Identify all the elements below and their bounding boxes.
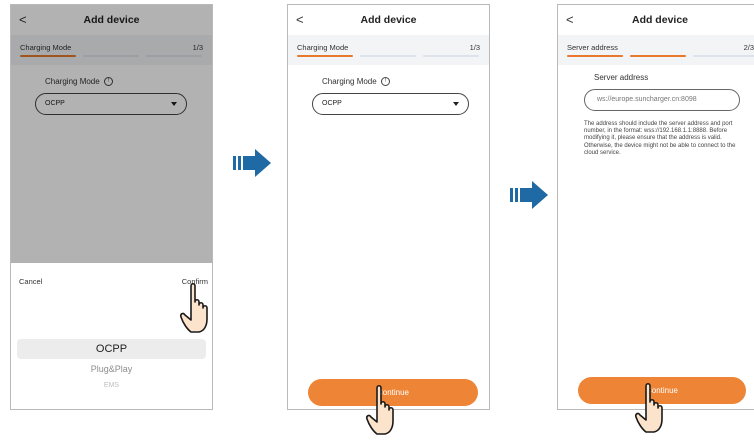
step-count: 1/3 xyxy=(469,43,480,52)
pointer-hand-icon xyxy=(635,382,663,433)
picker-option-ocpp[interactable]: OCPP xyxy=(11,343,212,355)
page-title: Add device xyxy=(631,14,689,26)
step-progress: Server address 2/3 xyxy=(558,35,754,65)
step-label: Server address xyxy=(567,43,618,52)
step-count: 2/3 xyxy=(743,43,754,52)
progress-segment-active xyxy=(297,55,353,57)
picker-option-plugplay[interactable]: Plug&Play xyxy=(11,364,212,374)
progress-segment xyxy=(693,55,754,57)
modal-overlay[interactable] xyxy=(11,5,212,263)
select-value: OCPP xyxy=(322,100,342,107)
picker-option-ems[interactable]: EMS xyxy=(11,382,212,389)
phone-screen-2: < Add device Charging Mode 1/3 Charging … xyxy=(287,4,490,410)
server-address-input[interactable]: ws://europe.suncharger.cn:8098 xyxy=(584,89,740,111)
progress-segment-active xyxy=(630,55,686,57)
header: < Add device xyxy=(288,5,489,35)
phone-screen-3: < Add device Server address 2/3 Server a… xyxy=(557,4,754,410)
progress-segment xyxy=(423,55,479,57)
step-progress: Charging Mode 1/3 xyxy=(288,35,489,65)
cancel-button[interactable]: Cancel xyxy=(19,277,42,286)
field-label: Server address xyxy=(594,73,649,82)
progress-segment-active xyxy=(567,55,623,57)
step-label: Charging Mode xyxy=(297,43,349,52)
progress-segment xyxy=(360,55,416,57)
server-address-hint: The address should include the server ad… xyxy=(584,121,736,156)
info-icon[interactable]: ! xyxy=(380,77,390,87)
next-arrow-icon xyxy=(233,149,271,177)
caret-down-icon xyxy=(453,102,459,106)
next-arrow-icon xyxy=(510,181,548,209)
pointer-hand-icon xyxy=(180,282,208,333)
page-title: Add device xyxy=(360,14,417,26)
charging-mode-select[interactable]: OCPP xyxy=(312,93,469,115)
header: < Add device xyxy=(558,5,754,35)
phone-screen-1: < Add device Charging Mode 1/3 Charging … xyxy=(10,4,213,410)
input-placeholder: ws://europe.suncharger.cn:8098 xyxy=(597,96,697,103)
pointer-hand-icon xyxy=(366,384,394,435)
field-label: Charging Mode! xyxy=(322,77,390,87)
